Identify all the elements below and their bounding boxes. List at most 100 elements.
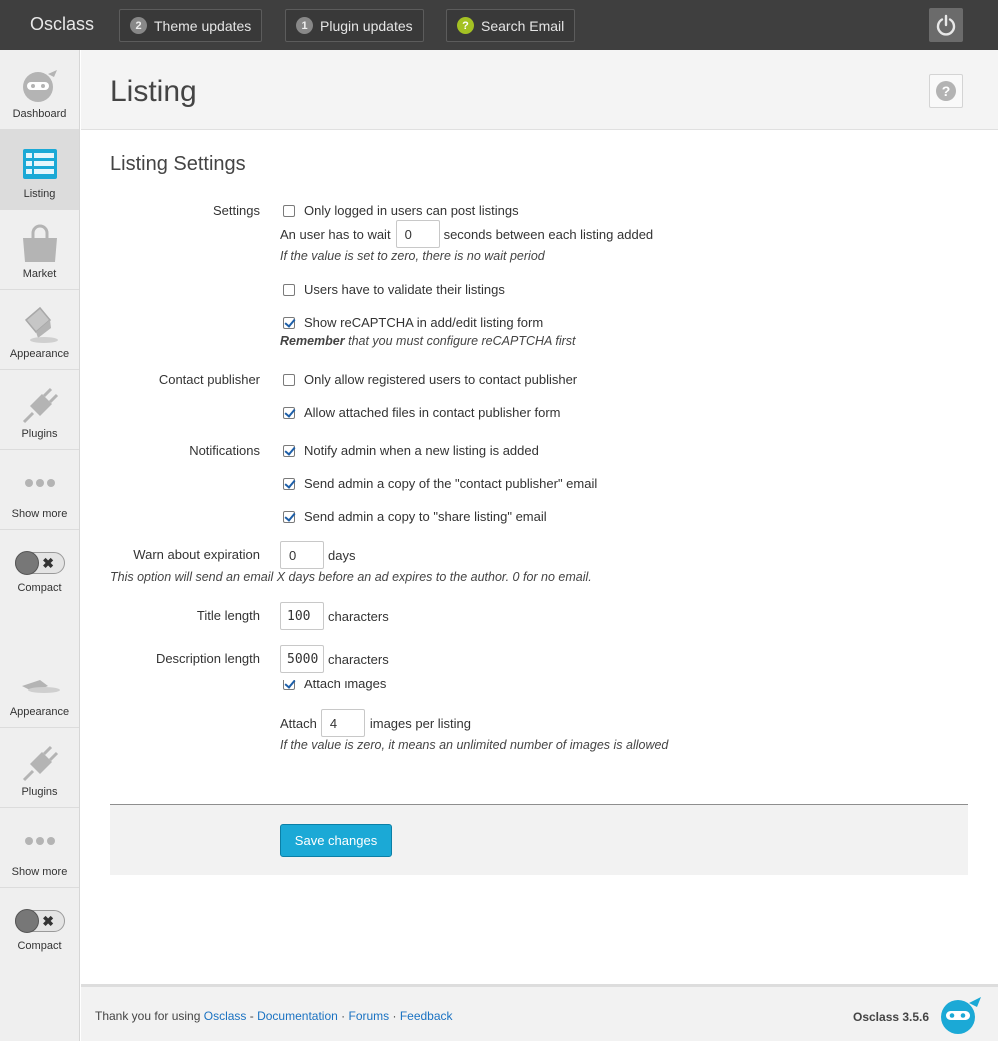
recaptcha-option[interactable]: Show reCAPTCHA in add/edit listing form (280, 315, 543, 330)
footer-link-feedback[interactable]: Feedback (400, 1009, 453, 1023)
osclass-logo-icon (941, 997, 981, 1034)
images-per-listing-row: Attach 4 images per listing (280, 709, 471, 737)
expiration-label: Warn about expiration (133, 547, 260, 562)
top-bar: Osclass 2 Theme updates 1 Plugin updates… (0, 0, 998, 50)
description-length-row: 5000 characters (280, 645, 389, 673)
theme-updates-label: Theme updates (154, 17, 252, 34)
only-registered-checkbox[interactable] (283, 373, 295, 386)
copy-contact-option[interactable]: Send admin a copy of the "contact publis… (280, 476, 597, 491)
only-logged-in-checkbox[interactable] (283, 204, 295, 217)
sidebar-item-compact-duplicate[interactable]: ✖ Compact (0, 888, 79, 958)
sidebar-item-show-more-duplicate[interactable]: Show more (0, 808, 79, 888)
sidebar-item-show-more[interactable]: Show more (0, 450, 79, 530)
expiration-hint: This option will send an email X days be… (110, 570, 592, 584)
attached-files-label: Allow attached files in contact publishe… (304, 405, 561, 420)
attached-files-checkbox[interactable] (283, 406, 295, 419)
sidebar-item-label: Show more (11, 508, 68, 520)
compact-toggle-icon[interactable]: ✖ (15, 551, 65, 575)
save-changes-button[interactable]: Save changes (280, 824, 392, 857)
sidebar-item-appearance[interactable]: Appearance (0, 290, 79, 370)
description-length-input[interactable]: 5000 (280, 645, 324, 673)
title-length-input[interactable]: 100 (280, 602, 324, 630)
page-footer: Thank you for using Osclass - Documentat… (81, 984, 998, 1041)
sidebar-item-appearance-duplicate[interactable]: Appearance (0, 648, 79, 728)
sidebar-item-label: Compact (17, 582, 62, 594)
recaptcha-label: Show reCAPTCHA in add/edit listing form (304, 315, 544, 330)
attached-files-option[interactable]: Allow attached files in contact publishe… (280, 405, 561, 420)
title-length-unit: characters (328, 608, 389, 624)
copy-contact-label: Send admin a copy of the "contact publis… (304, 476, 598, 491)
notify-admin-checkbox[interactable] (283, 444, 295, 457)
copy-share-checkbox[interactable] (283, 510, 295, 523)
wait-suffix: seconds between each listing added (443, 226, 654, 242)
footer-thanks: Thank you for using (95, 1009, 204, 1023)
only-registered-option[interactable]: Only allow registered users to contact p… (280, 372, 577, 387)
logout-button[interactable] (929, 8, 963, 42)
wait-seconds-input[interactable]: 0 (395, 220, 440, 248)
svg-text:?: ? (942, 83, 951, 99)
brand-name[interactable]: Osclass (30, 14, 94, 35)
settings-label: Settings (213, 203, 260, 218)
wait-hint: If the value is set to zero, there is no… (280, 249, 545, 263)
search-email-button[interactable]: ? Search Email (446, 9, 576, 42)
copy-contact-checkbox[interactable] (283, 477, 295, 490)
copy-share-label: Send admin a copy to "share listing" ema… (304, 509, 547, 524)
validate-checkbox[interactable] (283, 283, 295, 296)
plugins-icon (22, 745, 59, 782)
contact-publisher-label: Contact publisher (158, 372, 260, 387)
power-icon (936, 14, 956, 36)
expiration-unit: days (328, 547, 356, 563)
help-button[interactable]: ? (929, 74, 963, 108)
sidebar-item-plugins[interactable]: Plugins (0, 370, 79, 450)
plugin-updates-label: Plugin updates (320, 17, 413, 34)
plugins-icon (22, 387, 59, 424)
images-prefix: Attach (280, 715, 317, 731)
images-suffix: images per listing (369, 715, 472, 731)
page-title: Listing (110, 75, 197, 108)
attach-images-label: Attach images (304, 680, 387, 691)
appearance-icon (22, 680, 60, 693)
show-more-icon (25, 479, 55, 487)
copy-share-option[interactable]: Send admin a copy to "share listing" ema… (280, 509, 547, 524)
expiration-input[interactable]: 0 (280, 541, 324, 569)
footer-link-forums[interactable]: Forums (348, 1009, 389, 1023)
footer-link-osclass[interactable]: Osclass (204, 1009, 247, 1023)
footer-separator: - (246, 1009, 258, 1023)
notify-admin-option[interactable]: Notify admin when a new listing is added (280, 443, 539, 458)
sidebar-item-plugins-duplicate[interactable]: Plugins (0, 728, 79, 808)
attach-images-checkbox[interactable] (283, 680, 295, 690)
market-icon (23, 224, 57, 262)
sidebar-item-label: Compact (17, 940, 62, 952)
sidebar-item-label: Appearance (9, 706, 70, 718)
sidebar-item-dashboard[interactable]: Dashboard (0, 50, 79, 130)
form-actions: Save changes (110, 804, 968, 875)
only-logged-in-option[interactable]: Only logged in users can post listings (280, 203, 519, 218)
sidebar-item-label: Plugins (21, 428, 58, 440)
footer-separator: · (337, 1009, 349, 1023)
title-length-row: 100 characters (280, 602, 389, 630)
plugin-updates-button[interactable]: 1 Plugin updates (285, 9, 424, 42)
recaptcha-hint-bold: Remember (280, 334, 345, 348)
attach-images-option[interactable]: Attach images (280, 680, 386, 691)
images-per-listing-input[interactable]: 4 (320, 709, 365, 737)
toggle-knob (15, 909, 39, 933)
validate-option[interactable]: Users have to validate their listings (280, 282, 505, 297)
listing-icon (23, 149, 57, 179)
sidebar-item-label: Market (22, 268, 57, 280)
recaptcha-checkbox[interactable] (283, 316, 295, 329)
validate-label: Users have to validate their listings (304, 282, 505, 297)
page-header: Listing ? (81, 50, 998, 130)
sidebar-item-compact[interactable]: ✖ Compact (0, 530, 79, 600)
compact-toggle-icon[interactable]: ✖ (15, 909, 65, 933)
sidebar-item-market[interactable]: Market (0, 210, 79, 290)
sidebar-item-label: Plugins (21, 786, 58, 798)
theme-updates-count-badge: 2 (130, 17, 147, 34)
sidebar-item-listing[interactable]: Listing (0, 130, 79, 210)
search-email-label: Search Email (481, 17, 565, 34)
only-registered-label: Only allow registered users to contact p… (304, 372, 578, 387)
wait-prefix: An user has to wait (280, 226, 391, 242)
attach-images-clip: Attach images (280, 680, 480, 691)
theme-updates-button[interactable]: 2 Theme updates (119, 9, 263, 42)
footer-link-documentation[interactable]: Documentation (257, 1009, 338, 1023)
images-hint: If the value is zero, it means an unlimi… (280, 738, 669, 752)
